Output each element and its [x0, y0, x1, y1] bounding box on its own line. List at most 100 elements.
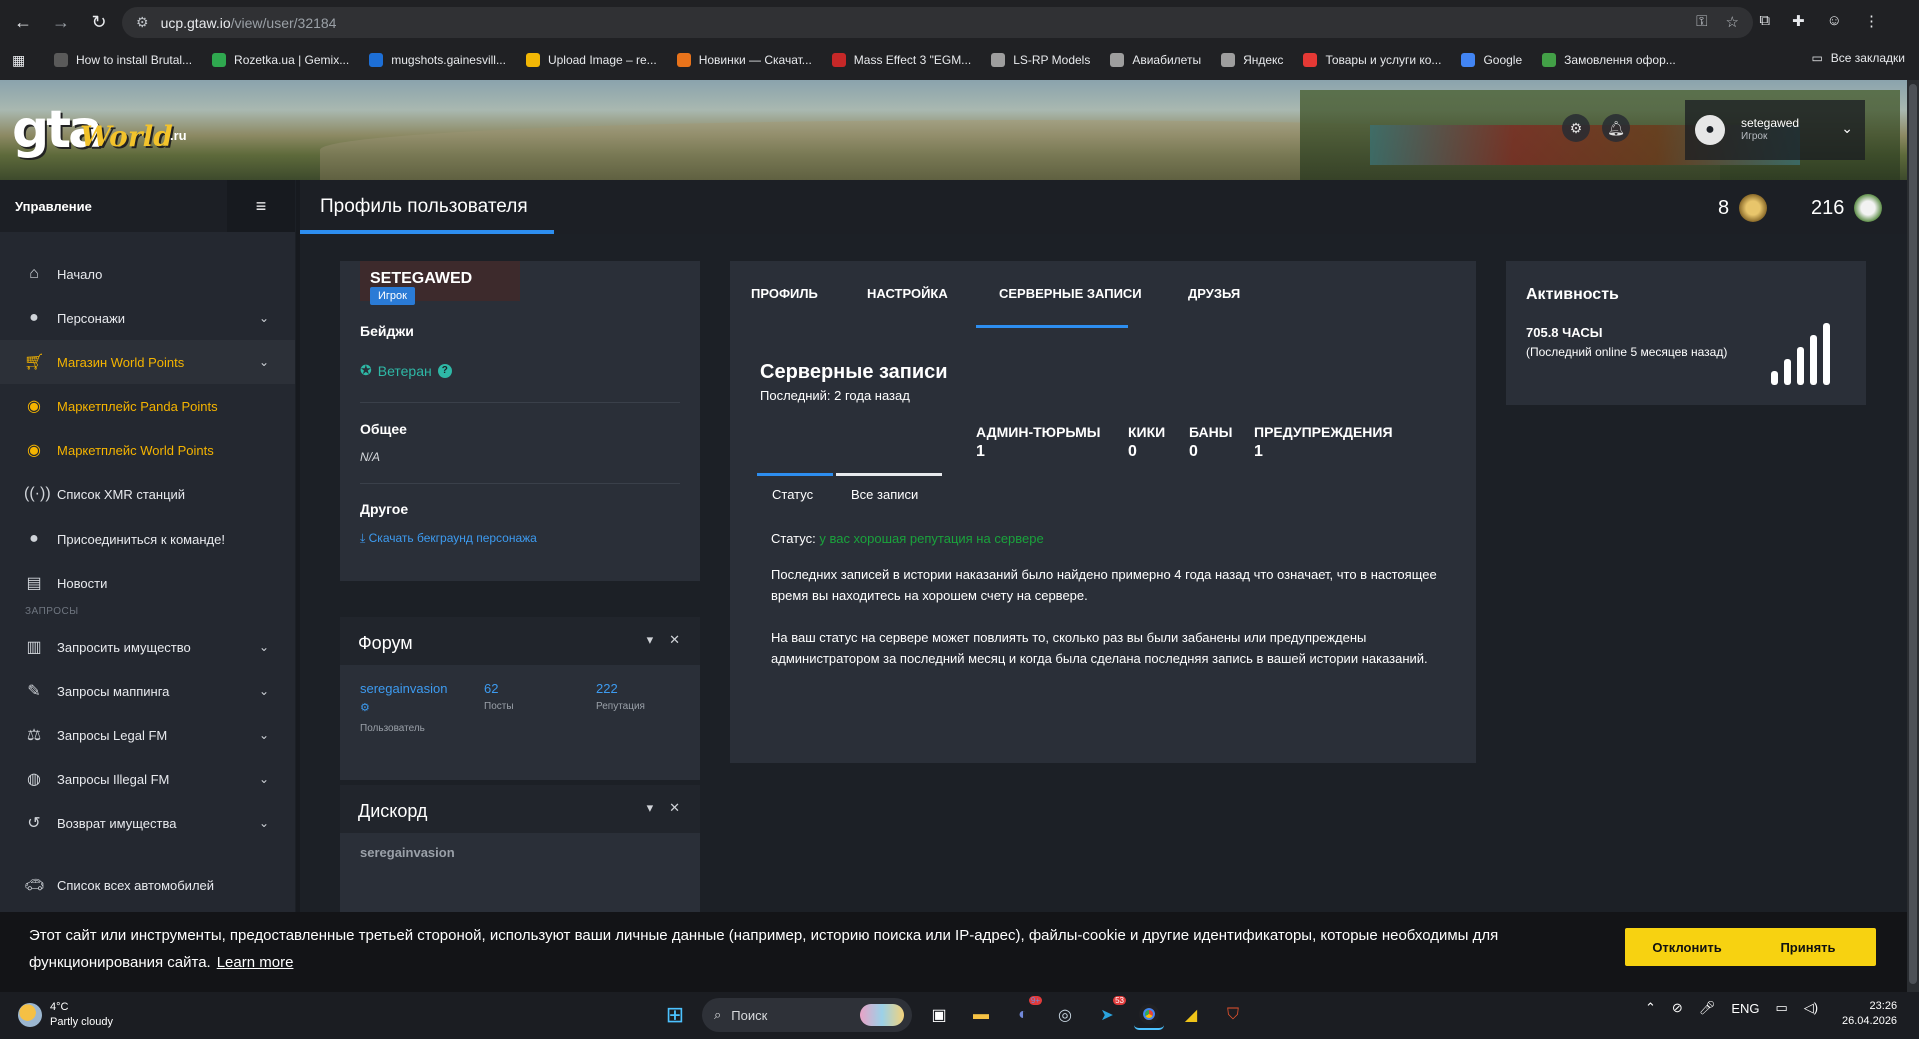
- header-username: setegawed: [1741, 116, 1800, 130]
- chevron-down-icon: ⌄: [258, 684, 269, 698]
- page-scrollbar[interactable]: [1907, 80, 1919, 992]
- bookmark-item[interactable]: Upload Image – re...: [525, 53, 657, 67]
- network-icon[interactable]: ⊘: [1672, 1000, 1683, 1016]
- notifications-bell-icon[interactable]: 🔔︎: [1602, 114, 1630, 142]
- microphone-icon[interactable]: 🎤︎: [1699, 1000, 1716, 1016]
- sidebar-item-panda-marketplace[interactable]: ◉ Маркетплейс Panda Points: [0, 384, 295, 428]
- veteran-badge[interactable]: ✪ Ветеран ?: [360, 362, 452, 379]
- sidebar-title: Управление: [15, 199, 92, 214]
- sidebar-divider: [296, 180, 300, 912]
- reload-icon[interactable]: ↻: [84, 7, 114, 37]
- bookmark-item[interactable]: Авиабилеты: [1110, 53, 1201, 67]
- bookmark-item[interactable]: How to install Brutal...: [54, 53, 192, 67]
- forum-reputation-count: 222: [596, 681, 618, 696]
- sidebar-item-news[interactable]: ▤ Новости: [0, 561, 295, 605]
- tab-server-records[interactable]: СЕРВЕРНЫЕ ЗАПИСИ: [999, 286, 1142, 301]
- bookmark-item[interactable]: Замовлення офор...: [1542, 53, 1676, 67]
- all-bookmarks[interactable]: ▭ Все закладки: [1811, 51, 1905, 65]
- close-icon[interactable]: ✕: [669, 632, 680, 648]
- bookmark-item[interactable]: Яндекс: [1221, 53, 1283, 67]
- chevron-up-icon[interactable]: ⌃: [1645, 1000, 1656, 1016]
- chevron-down-icon[interactable]: ⌄: [1841, 120, 1853, 137]
- bookmark-item[interactable]: Новинки — Скачат...: [676, 53, 812, 67]
- steam-icon[interactable]: ◎: [1050, 1000, 1080, 1030]
- tab-settings[interactable]: НАСТРОЙКА: [867, 286, 948, 301]
- sidebar-item-mapping-requests[interactable]: ✎ Запросы маппинга ⌄: [0, 669, 295, 713]
- hamburger-menu-icon[interactable]: ≡: [227, 180, 295, 232]
- discord-icon[interactable]: ◐ 9+: [1008, 996, 1042, 1030]
- forum-username-link[interactable]: seregainvasion: [360, 681, 447, 696]
- chevron-down-icon: ⌄: [258, 640, 269, 654]
- bookmark-item[interactable]: mugshots.gainesvill...: [369, 53, 506, 67]
- telegram-icon[interactable]: ➤ 53: [1092, 996, 1126, 1030]
- bookmark-item[interactable]: Товары и услуги ко...: [1303, 53, 1441, 67]
- badges-heading: Бейджи: [360, 323, 414, 339]
- site-header-banner: gta World .ru ⚙ 🔔︎ ● setegawed Игрок ⌄: [0, 80, 1907, 180]
- sidebar-item-xmr-stations[interactable]: ((·)) Список XMR станций: [0, 472, 295, 516]
- weather-widget[interactable]: 4°C Partly cloudy: [18, 1000, 113, 1030]
- gta-world-logo[interactable]: gta World .ru: [12, 98, 192, 162]
- accept-button[interactable]: Принять: [1740, 928, 1876, 966]
- bookmark-item[interactable]: Mass Effect 3 "EGM...: [831, 53, 971, 67]
- extensions-puzzle-icon[interactable]: ✚: [1792, 12, 1805, 30]
- sidebar-item-world-points-shop[interactable]: 🛒︎ Магазин World Points ⌄: [0, 340, 295, 384]
- address-bar[interactable]: ⚙ ucp.gtaw.io/view/user/32184 ⚿ ☆: [122, 7, 1753, 38]
- app-launcher-icon[interactable]: ◢: [1176, 1000, 1206, 1030]
- display-icon[interactable]: ▭: [1776, 1000, 1788, 1016]
- bookmark-item[interactable]: Rozetka.ua | Gemix...: [212, 53, 349, 67]
- user-menu[interactable]: ● setegawed Игрок ⌄: [1685, 100, 1865, 160]
- system-clock[interactable]: 23:26 26.04.2026: [1842, 999, 1897, 1029]
- decline-button[interactable]: Отклонить: [1625, 928, 1749, 966]
- help-icon[interactable]: ?: [437, 363, 452, 378]
- gear-icon: ⚙: [360, 702, 370, 714]
- subtab-status[interactable]: Статус: [772, 487, 813, 502]
- file-explorer-icon[interactable]: ▬: [966, 1000, 996, 1030]
- task-view-icon[interactable]: ▣: [924, 1000, 954, 1030]
- settings-gear-icon[interactable]: ⚙: [1562, 114, 1590, 142]
- bookmark-star-icon[interactable]: ☆: [1726, 13, 1739, 31]
- undo-icon: ↺: [27, 815, 41, 832]
- profile-name: SETEGAWED: [370, 270, 473, 287]
- bookmarks-bar: ▦ How to install Brutal... Rozetka.ua | G…: [0, 47, 1919, 73]
- sidebar-item-property-return[interactable]: ↺ Возврат имущества ⌄: [0, 801, 295, 845]
- site-info-icon[interactable]: ⚙: [136, 14, 149, 31]
- news-icon: ▤: [26, 575, 42, 592]
- sidebar-item-legal-fm[interactable]: ⚖ Запросы Legal FM ⌄: [0, 713, 295, 757]
- close-icon[interactable]: ✕: [669, 800, 680, 816]
- forward-icon[interactable]: →: [46, 7, 76, 37]
- brush-icon: ✎: [27, 683, 41, 700]
- volume-icon[interactable]: ◁): [1804, 1000, 1818, 1016]
- collapse-caret-icon[interactable]: ▾: [647, 800, 654, 816]
- stat-panda-points: 216: [1811, 194, 1883, 222]
- taskbar-search[interactable]: ⌕ Поиск: [702, 998, 912, 1032]
- download-background-link[interactable]: ⤓ Скачать бекграунд персонажа: [360, 531, 537, 546]
- tab-profile[interactable]: ПРОФИЛЬ: [751, 286, 818, 301]
- tab-friends[interactable]: ДРУЗЬЯ: [1188, 286, 1240, 301]
- chrome-icon[interactable]: [1134, 1000, 1164, 1030]
- discord-title: Дискорд: [358, 801, 428, 821]
- learn-more-link[interactable]: Learn more: [217, 954, 294, 971]
- apps-grid-icon[interactable]: ▦: [12, 52, 34, 69]
- bookmark-favicon-icon: [1303, 53, 1318, 67]
- shield-icon[interactable]: ⛉: [1218, 1000, 1248, 1030]
- bookmark-item[interactable]: Google: [1461, 53, 1522, 67]
- profile-icon[interactable]: ☺: [1827, 12, 1842, 30]
- sidebar-item-characters[interactable]: ● Персонажи ⌄: [0, 296, 295, 340]
- back-icon[interactable]: ←: [8, 7, 38, 37]
- subtab-all-records[interactable]: Все записи: [851, 487, 918, 502]
- sidebar-item-world-marketplace[interactable]: ◉ Маркетплейс World Points: [0, 428, 295, 472]
- bookmark-item[interactable]: LS-RP Models: [991, 53, 1090, 67]
- windows-start-icon[interactable]: ⊞: [660, 1000, 690, 1030]
- password-key-icon[interactable]: ⚿: [1696, 13, 1707, 31]
- count-admin-jails: АДМИН-ТЮРЬМЫ 1: [976, 424, 1101, 460]
- menu-icon[interactable]: ⋮: [1864, 12, 1879, 30]
- extension-icon[interactable]: ⧉: [1759, 12, 1770, 30]
- sidebar-item-request-property[interactable]: ▥ Запросить имущество ⌄: [0, 625, 295, 669]
- sidebar-item-join-team[interactable]: ● Присоединиться к команде!: [0, 517, 295, 561]
- language-indicator[interactable]: ENG: [1731, 1001, 1759, 1016]
- url-text[interactable]: ucp.gtaw.io/view/user/32184: [161, 15, 337, 31]
- sidebar-item-home[interactable]: ⌂ Начало: [0, 252, 295, 296]
- sidebar-item-all-vehicles[interactable]: 🚗︎ Список всех автомобилей: [0, 863, 295, 907]
- collapse-caret-icon[interactable]: ▾: [647, 632, 654, 648]
- sidebar-item-illegal-fm[interactable]: ◍ Запросы Illegal FM ⌄: [0, 757, 295, 801]
